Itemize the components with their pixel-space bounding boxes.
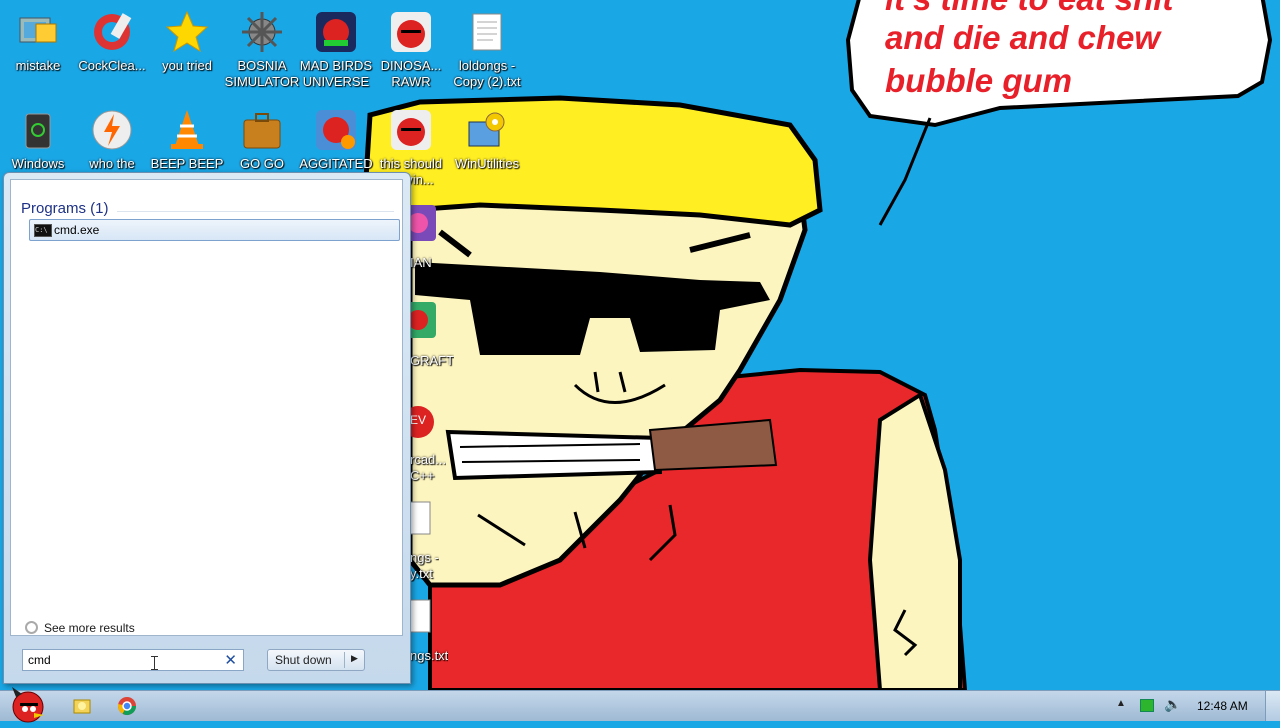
- icon-label: you tried: [162, 58, 212, 73]
- shutdown-label: Shut down: [275, 653, 332, 667]
- character-cigarette: [445, 429, 662, 481]
- divider: [344, 652, 345, 668]
- search-input[interactable]: cmd ✕: [22, 649, 244, 671]
- desktop-icon-who-the[interactable]: who the: [74, 102, 150, 172]
- icon-label: MAD BIRDS UNIVERSE: [299, 58, 373, 89]
- desktop-icon-dinosaur-rawr[interactable]: DINOSA... RAWR: [373, 4, 449, 90]
- divider: [117, 211, 394, 212]
- programs-header: Programs (1): [21, 200, 109, 217]
- desktop-icon-go-go[interactable]: GO GO: [224, 102, 300, 172]
- taskbar-clock[interactable]: 12:48 AM: [1197, 699, 1248, 713]
- desktop-icon-beep-beep[interactable]: BEEP BEEP: [149, 102, 225, 172]
- icon-label: mistake: [15, 58, 61, 73]
- show-desktop-button[interactable]: [1265, 691, 1280, 721]
- desktop-icon-mistake[interactable]: mistake: [0, 4, 76, 74]
- angry-bird-icon: [410, 205, 436, 241]
- gears-icon: [465, 108, 509, 152]
- start-menu: Programs (1) C:\ cmd.exe See more result…: [3, 172, 411, 684]
- desktop-icon-partial-graft[interactable]: GRAFT: [410, 353, 454, 369]
- text-file-icon: [465, 10, 509, 54]
- desktop-icon-partial-loldongs-copy[interactable]: ngs - y.txt: [410, 550, 439, 582]
- speech-bubble-tail: [878, 117, 932, 226]
- icon-label: BEEP BEEP: [150, 156, 224, 171]
- chrome-icon[interactable]: [117, 696, 137, 716]
- icon-label: who the: [89, 156, 135, 171]
- text-file-icon: [410, 598, 436, 634]
- search-result-cmd[interactable]: C:\ cmd.exe: [29, 219, 400, 241]
- volume-icon[interactable]: 🔈: [1164, 697, 1181, 713]
- spiked-ball-icon: [240, 10, 284, 54]
- search-input-value: cmd: [28, 653, 51, 667]
- angry-birds-rio-icon: [314, 108, 358, 152]
- recycle-bin-icon: [16, 108, 60, 152]
- see-more-label: See more results: [44, 621, 135, 635]
- icon-label: DINOSA... RAWR: [380, 58, 442, 89]
- search-icon: [25, 621, 38, 634]
- angry-bird-icon: [389, 10, 433, 54]
- clear-search-icon[interactable]: ✕: [224, 651, 237, 669]
- briefcase-icon: [240, 108, 284, 152]
- speech-line-1: it's time to eat shit: [885, 0, 1175, 17]
- icon-label: WinUtilities: [454, 156, 520, 171]
- dev-cpp-icon: EV: [410, 402, 436, 438]
- icon-label: loldongs - Copy (2).txt: [453, 58, 521, 89]
- svg-text:EV: EV: [410, 413, 426, 427]
- vlc-cone-icon: [165, 108, 209, 152]
- search-result-label: cmd.exe: [54, 223, 100, 237]
- desktop-icon-windows[interactable]: Windows: [0, 102, 76, 172]
- angry-bird-icon: [410, 302, 436, 338]
- text-file-icon: [410, 500, 436, 536]
- start-button[interactable]: [6, 685, 46, 723]
- desktop-icon-partial-ian[interactable]: IAN: [410, 255, 432, 271]
- icon-label: BOSNIA SIMULATOR: [224, 58, 300, 89]
- angry-birds-space-icon: [314, 10, 358, 54]
- angry-bird-icon: [389, 108, 433, 152]
- icon-label: GO GO: [239, 156, 285, 171]
- desktop-icon-bosnia-simulator[interactable]: BOSNIA SIMULATOR: [224, 4, 300, 90]
- desktop-icon-you-tried[interactable]: you tried: [149, 4, 225, 74]
- desktop-icon-ccleaner[interactable]: CockClea...: [74, 4, 150, 74]
- cmd-icon: C:\: [34, 224, 52, 237]
- desktop-icon-loldongs-copy-2[interactable]: loldongs - Copy (2).txt: [449, 4, 525, 90]
- desktop-icon-partial-loldongs[interactable]: ngs.txt: [410, 648, 448, 664]
- desktop-icon-partial-devcpp[interactable]: rcad... C++: [410, 452, 446, 484]
- text-cursor-icon: [151, 656, 158, 670]
- speech-line-2: and die and chew: [885, 19, 1162, 56]
- computer-icon: [16, 10, 60, 54]
- icon-label: Windows: [11, 156, 65, 171]
- network-icon[interactable]: [1140, 699, 1154, 712]
- desktop-icon-winutilities[interactable]: WinUtilities: [449, 102, 525, 172]
- desktop-icon-aggitated[interactable]: AGGITATED: [298, 102, 374, 172]
- icon-label: AGGITATED: [299, 156, 373, 171]
- system-tray: ▲ 🔈: [1110, 691, 1280, 721]
- search-results-pane: Programs (1) C:\ cmd.exe See more result…: [10, 179, 403, 636]
- show-hidden-icons-icon[interactable]: ▲: [1116, 698, 1126, 709]
- explorer-icon[interactable]: [72, 696, 92, 716]
- see-more-results-link[interactable]: See more results: [25, 621, 135, 635]
- shutdown-button[interactable]: Shut down ▶: [267, 649, 365, 671]
- character-cigar-tip: [648, 418, 778, 472]
- star-icon: [165, 10, 209, 54]
- icon-label: CockClea...: [78, 58, 146, 73]
- desktop-icon-mad-birds-universe[interactable]: MAD BIRDS UNIVERSE: [298, 4, 374, 90]
- taskbar: ▲ 🔈 12:48 AM: [0, 687, 1280, 723]
- chevron-right-icon[interactable]: ▶: [351, 653, 358, 664]
- winamp-icon: [90, 108, 134, 152]
- angry-bird-icon: [12, 687, 44, 723]
- speech-line-3: bubble gum: [885, 62, 1072, 99]
- ccleaner-icon: [90, 10, 134, 54]
